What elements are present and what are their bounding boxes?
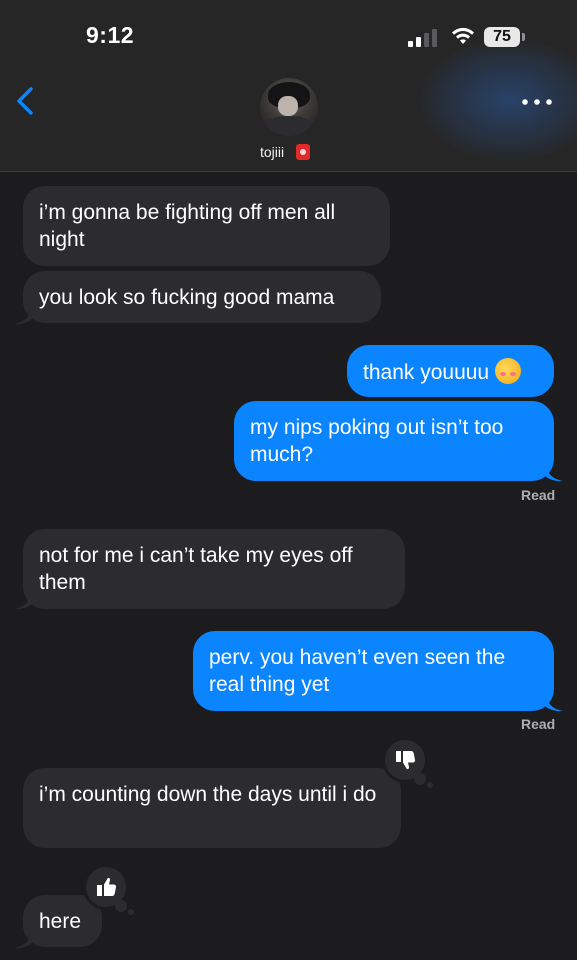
incoming-message[interactable]: you look so fucking good mama xyxy=(23,271,381,323)
message-text: perv. you haven’t even seen the real thi… xyxy=(209,646,506,696)
contact-avatar[interactable] xyxy=(260,78,318,136)
cellular-signal-icon xyxy=(408,29,437,47)
outgoing-message[interactable]: thank youuuu xyxy=(347,345,554,397)
battery-level: 75 xyxy=(493,28,511,45)
message-text: not for me i can’t take my eyes off them xyxy=(39,544,353,594)
chevron-left-icon[interactable] xyxy=(14,86,36,116)
incoming-message[interactable]: i’m gonna be fighting off men all night xyxy=(23,186,390,266)
bubble-tail xyxy=(543,696,563,712)
thumbs-down-icon xyxy=(396,751,416,770)
tapback-dot xyxy=(414,773,426,785)
smiling-face-with-hearts-icon xyxy=(495,358,522,384)
status-time: 9:12 xyxy=(86,22,135,48)
thumbs-up-icon xyxy=(97,877,117,896)
read-receipt: Read xyxy=(521,716,556,732)
message-text: my nips poking out isn’t too much? xyxy=(250,416,504,466)
bubble-tail xyxy=(14,933,34,949)
battery-indicator: 75 xyxy=(484,27,520,47)
read-receipt: Read xyxy=(521,487,556,503)
siren-emoji-icon xyxy=(296,144,310,160)
tapback-dot xyxy=(128,909,134,915)
message-text: i’m gonna be fighting off men all night xyxy=(39,201,336,251)
wifi-icon xyxy=(452,27,474,44)
outgoing-message[interactable]: perv. you haven’t even seen the real thi… xyxy=(193,631,554,711)
bubble-tail xyxy=(14,594,34,610)
bubble-tail xyxy=(543,466,563,482)
message-text: thank youuuu xyxy=(363,361,490,384)
more-horizontal-icon[interactable] xyxy=(522,99,552,105)
bubble-tail xyxy=(14,309,34,325)
message-text: i’m counting down the days until i do xyxy=(39,783,377,806)
incoming-message[interactable]: i’m counting down the days until i do xyxy=(23,768,401,848)
contact-name[interactable]: tojiii xyxy=(260,144,284,160)
tapback-dot xyxy=(427,782,433,788)
tapback-dot xyxy=(115,900,127,912)
incoming-message[interactable]: not for me i can’t take my eyes off them xyxy=(23,529,405,609)
battery-cap xyxy=(522,33,525,41)
chat-header: 9:12 75 tojiii xyxy=(0,0,577,172)
message-text: you look so fucking good mama xyxy=(39,286,335,309)
header-glow xyxy=(420,40,577,160)
message-text: here xyxy=(39,910,82,933)
outgoing-message[interactable]: my nips poking out isn’t too much? xyxy=(234,401,554,481)
